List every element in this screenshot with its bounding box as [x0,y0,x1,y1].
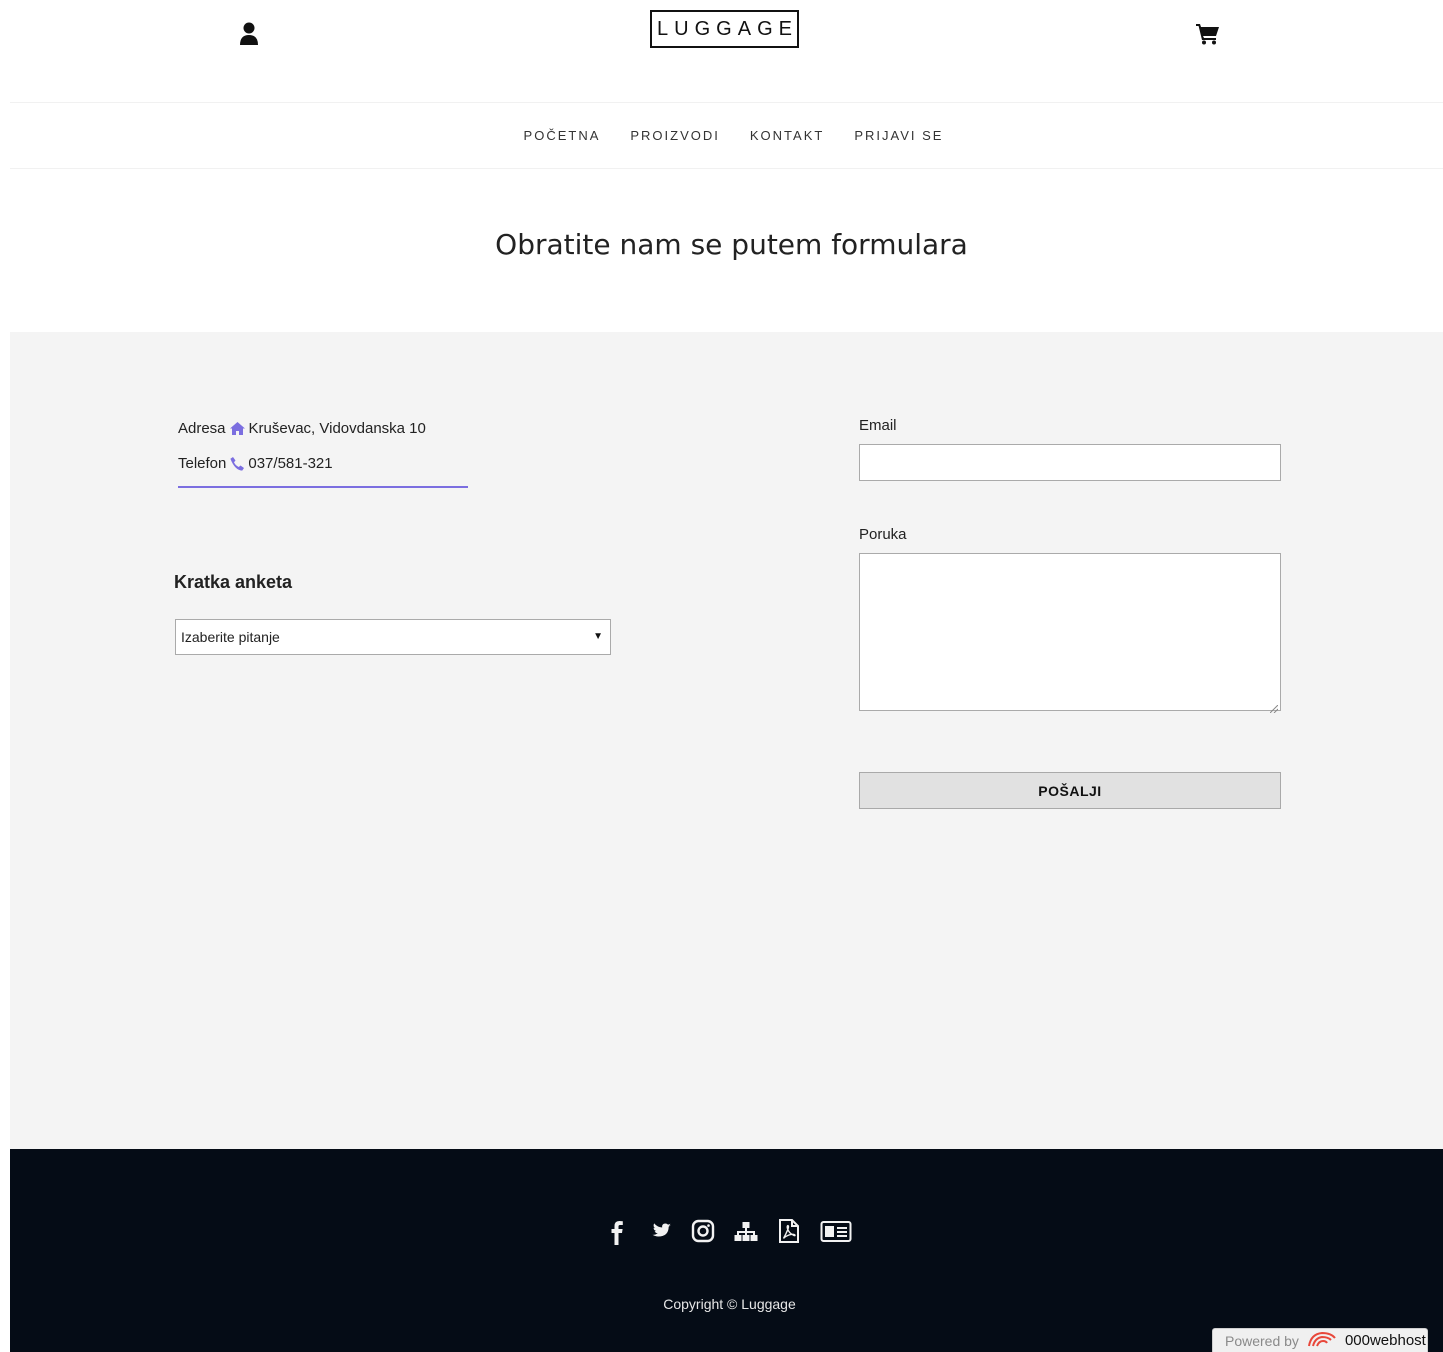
resize-handle-icon[interactable] [1269,700,1279,714]
phone-row: Telefon 037/581-321 [178,455,333,472]
email-label: Email [859,417,897,434]
user-icon[interactable] [239,22,259,46]
message-field[interactable] [859,553,1281,714]
instagram-icon[interactable] [691,1217,715,1245]
twitter-icon[interactable] [648,1217,672,1245]
email-field[interactable] [859,444,1281,481]
message-label: Poruka [859,526,907,543]
phone-label: Telefon [178,455,227,472]
nav-item-prijavi-se[interactable]: PRIJAVI SE [854,128,943,143]
webhost-logo-icon [1307,1330,1337,1351]
social-links [605,1217,852,1245]
chevron-down-icon: ▼ [593,631,603,642]
contact-info: Adresa Kruševac, Vidovdanska 10 Telefon … [178,416,468,488]
pdf-icon[interactable] [777,1217,801,1245]
send-button[interactable]: POŠALJI [859,772,1281,809]
page: LUGGAGE POČETNA PROIZVODI KONTAKT PRIJAV… [10,0,1443,1352]
facebook-icon[interactable] [605,1217,629,1245]
survey-select-value: Izaberite pitanje [181,629,280,645]
main-nav: POČETNA PROIZVODI KONTAKT PRIJAVI SE [10,102,1443,169]
id-card-icon[interactable] [820,1217,852,1245]
survey-title: Kratka anketa [174,572,293,592]
survey-select[interactable]: Izaberite pitanje ▼ [175,619,611,655]
cart-icon[interactable] [1196,23,1220,45]
nav-item-pocetna[interactable]: POČETNA [524,128,601,143]
phone-icon [230,456,245,471]
address-value: Kruševac, Vidovdanska 10 [248,420,426,437]
contact-section: Adresa Kruševac, Vidovdanska 10 Telefon … [10,332,1443,1149]
page-title: Obratite nam se putem formulara [495,228,968,261]
nav-item-proizvodi[interactable]: PROIZVODI [630,128,720,143]
copyright-text: Copyright © Luggage [663,1296,796,1312]
powered-by-badge[interactable]: Powered by 000webhost [1212,1328,1428,1352]
sitemap-icon[interactable] [734,1217,758,1245]
site-logo[interactable]: LUGGAGE [650,10,799,48]
address-row: Adresa Kruševac, Vidovdanska 10 [178,420,426,437]
webhost-brand: 000webhost [1344,1332,1426,1349]
address-label: Adresa [178,420,226,437]
phone-value: 037/581-321 [248,455,333,472]
powered-by-text: Powered by [1225,1332,1299,1349]
site-header: LUGGAGE [10,0,1443,102]
nav-item-kontakt[interactable]: KONTAKT [750,128,824,143]
site-footer: Copyright © Luggage [10,1149,1443,1352]
home-icon [229,422,245,435]
